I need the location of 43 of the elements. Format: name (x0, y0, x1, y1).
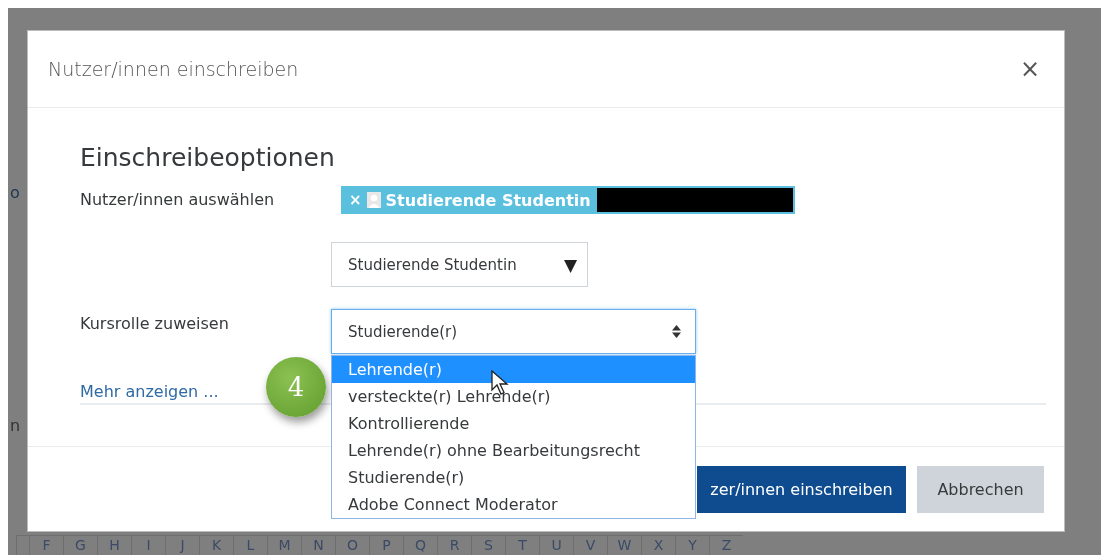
letter-filter[interactable]: I (131, 536, 165, 555)
role-option[interactable]: Adobe Connect Moderator (332, 491, 695, 518)
letter-filter[interactable]: Z (709, 536, 743, 555)
letter-filter[interactable]: U (539, 536, 573, 555)
letter-filter[interactable]: M (267, 536, 301, 555)
letter-filter[interactable]: S (471, 536, 505, 555)
page-text: o (10, 183, 20, 202)
dialog-title: Nutzer/innen einschreiben (48, 58, 299, 80)
letter-filter[interactable]: L (233, 536, 267, 555)
role-option[interactable]: versteckte(r) Lehrende(r) (332, 383, 695, 410)
letter-filter[interactable]: G (63, 536, 97, 555)
letter-filter[interactable]: Q (403, 536, 437, 555)
role-option[interactable]: Kontrollierende (332, 410, 695, 437)
letter-filter[interactable]: T (505, 536, 539, 555)
sort-icon (672, 325, 681, 338)
field-label: Nutzer/innen auswählen (80, 190, 276, 209)
letter-filter[interactable]: F (29, 536, 63, 555)
selected-user-chip[interactable]: × Studierende Studentin (341, 186, 597, 214)
letter-filter[interactable]: R (437, 536, 471, 555)
letter-filter[interactable]: K (199, 536, 233, 555)
letter-filter[interactable]: Y (675, 536, 709, 555)
close-button[interactable]: × (1015, 55, 1044, 83)
field-label: Kursrolle zuweisen (80, 314, 230, 333)
user-dropdown[interactable]: Studierende Studentin ▼ (331, 242, 588, 287)
show-more-link[interactable]: Mehr anzeigen ... (80, 382, 219, 401)
role-option[interactable]: Lehrende(r) (332, 356, 695, 383)
role-option[interactable]: Studierende(r) (332, 464, 695, 491)
letter-filter[interactable]: V (573, 536, 607, 555)
letter-filter[interactable]: N (301, 536, 335, 555)
letter-filter[interactable]: O (335, 536, 369, 555)
role-option[interactable]: Lehrende(r) ohne Bearbeitungsrecht (332, 437, 695, 464)
letter-filter[interactable]: X (641, 536, 675, 555)
section-heading: Einschreibeoptionen (80, 142, 336, 174)
user-icon (366, 192, 381, 208)
enrol-button[interactable]: zer/innen einschreiben (697, 465, 906, 513)
letter-filter[interactable]: W (607, 536, 641, 555)
role-select[interactable]: Studierende(r) (331, 309, 696, 354)
page-text: n (10, 416, 21, 435)
letter-filter[interactable]: P (369, 536, 403, 555)
letter-filter[interactable]: J (165, 536, 199, 555)
letter-filter[interactable]: H (97, 536, 131, 555)
cancel-button[interactable]: Abbrechen (917, 465, 1044, 513)
remove-icon[interactable]: × (349, 191, 362, 209)
